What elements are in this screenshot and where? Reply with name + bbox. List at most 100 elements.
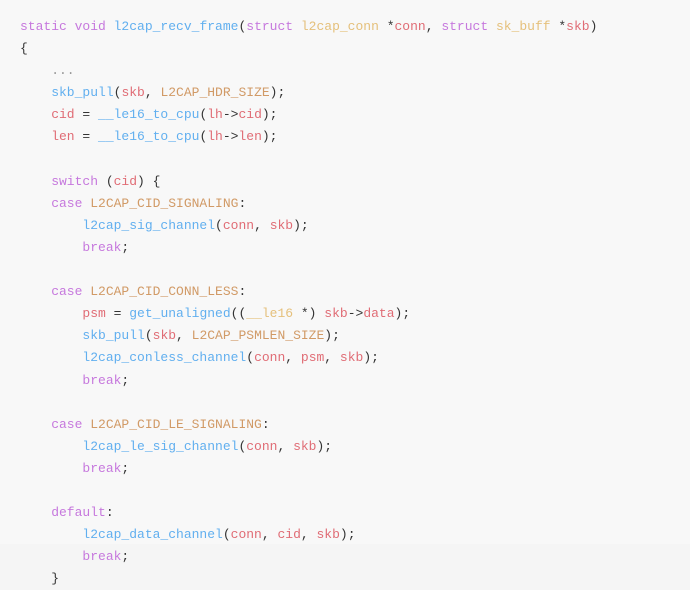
token-macro: L2CAP_CID_SIGNALING xyxy=(90,196,238,211)
token-var: len xyxy=(20,129,75,144)
token-plain: : xyxy=(106,505,114,520)
token-var: len xyxy=(238,129,261,144)
token-macro: L2CAP_CID_CONN_LESS xyxy=(90,284,238,299)
token-macro: L2CAP_PSMLEN_SIZE xyxy=(192,328,325,343)
code-line: static void l2cap_recv_frame(struct l2ca… xyxy=(20,16,670,38)
token-plain: ( xyxy=(246,350,254,365)
token-plain: , xyxy=(426,19,442,34)
token-var: conn xyxy=(395,19,426,34)
token-plain: ); xyxy=(363,350,379,365)
token-plain: ; xyxy=(121,461,129,476)
token-fn: __le16_to_cpu xyxy=(98,107,199,122)
token-kw: break xyxy=(20,549,121,564)
code-line: cid = __le16_to_cpu(lh->cid); xyxy=(20,104,670,126)
token-fn: skb_pull xyxy=(20,85,114,100)
token-fn: l2cap_conless_channel xyxy=(20,350,246,365)
token-plain: = xyxy=(75,129,98,144)
token-fn: skb_pull xyxy=(20,328,145,343)
token-kw: default xyxy=(20,505,106,520)
token-plain: , xyxy=(254,218,270,233)
token-plain: ); xyxy=(262,129,278,144)
token-var: data xyxy=(363,306,394,321)
code-line: l2cap_data_channel(conn, cid, skb); xyxy=(20,524,670,546)
token-plain: ; xyxy=(121,240,129,255)
token-fn: get_unaligned xyxy=(129,306,230,321)
token-plain: { xyxy=(20,41,28,56)
token-kw: break xyxy=(20,240,121,255)
token-plain: ; xyxy=(121,373,129,388)
token-kw: void xyxy=(75,19,114,34)
token-plain: , xyxy=(285,350,301,365)
token-plain: * xyxy=(379,19,395,34)
token-plain: , xyxy=(301,527,317,542)
token-var: skb xyxy=(153,328,176,343)
token-plain: : xyxy=(238,196,246,211)
code-line: switch (cid) { xyxy=(20,171,670,193)
token-fn: l2cap_le_sig_channel xyxy=(20,439,238,454)
token-kw: break xyxy=(20,461,121,476)
token-plain: * xyxy=(551,19,567,34)
token-plain: ); xyxy=(270,85,286,100)
token-plain: -> xyxy=(223,107,239,122)
token-plain: ( xyxy=(98,174,114,189)
code-line xyxy=(20,392,670,414)
token-fn: l2cap_recv_frame xyxy=(114,19,239,34)
code-line: len = __le16_to_cpu(lh->len); xyxy=(20,126,670,148)
code-line: { xyxy=(20,38,670,60)
token-fn: l2cap_data_channel xyxy=(20,527,223,542)
code-line xyxy=(20,480,670,502)
token-plain: ); xyxy=(324,328,340,343)
token-var: cid xyxy=(20,107,75,122)
token-plain: : xyxy=(238,284,246,299)
token-var: psm xyxy=(301,350,324,365)
code-line: break; xyxy=(20,237,670,259)
code-line xyxy=(20,149,670,171)
token-plain: , xyxy=(145,85,161,100)
code-line: skb_pull(skb, L2CAP_PSMLEN_SIZE); xyxy=(20,325,670,347)
token-plain: = xyxy=(106,306,129,321)
token-var: conn xyxy=(246,439,277,454)
token-var: cid xyxy=(238,107,261,122)
token-var: skb xyxy=(121,85,144,100)
token-var: psm xyxy=(20,306,106,321)
token-plain: ); xyxy=(262,107,278,122)
token-plain: -> xyxy=(348,306,364,321)
code-line: case L2CAP_CID_CONN_LESS: xyxy=(20,281,670,303)
token-plain: : xyxy=(262,417,270,432)
token-var: skb xyxy=(340,350,363,365)
code-line: } xyxy=(20,568,670,590)
token-type: l2cap_conn xyxy=(301,19,379,34)
code-line: break; xyxy=(20,458,670,480)
token-plain: *) xyxy=(293,306,324,321)
token-plain: ) { xyxy=(137,174,160,189)
token-var: lh xyxy=(207,129,223,144)
token-kw: break xyxy=(20,373,121,388)
token-var: cid xyxy=(277,527,300,542)
token-plain: , xyxy=(262,527,278,542)
code-line: l2cap_conless_channel(conn, psm, skb); xyxy=(20,347,670,369)
token-plain: ); xyxy=(293,218,309,233)
code-line: default: xyxy=(20,502,670,524)
token-macro: L2CAP_HDR_SIZE xyxy=(160,85,269,100)
token-plain: ); xyxy=(316,439,332,454)
token-kw: struct xyxy=(441,19,496,34)
code-line: case L2CAP_CID_SIGNALING: xyxy=(20,193,670,215)
token-var: cid xyxy=(114,174,137,189)
token-macro: L2CAP_CID_LE_SIGNALING xyxy=(90,417,262,432)
token-plain: ); xyxy=(340,527,356,542)
code-line: break; xyxy=(20,370,670,392)
token-kw: struct xyxy=(246,19,301,34)
code-line: ... xyxy=(20,60,670,82)
token-type: sk_buff xyxy=(496,19,551,34)
code-line: l2cap_sig_channel(conn, skb); xyxy=(20,215,670,237)
token-plain: -> xyxy=(223,129,239,144)
token-kw: case xyxy=(20,417,90,432)
token-kw: switch xyxy=(20,174,98,189)
code-line: psm = get_unaligned((__le16 *) skb->data… xyxy=(20,303,670,325)
token-plain: ( xyxy=(223,527,231,542)
token-plain: ); xyxy=(395,306,411,321)
token-plain: , xyxy=(176,328,192,343)
token-var: conn xyxy=(223,218,254,233)
token-plain: (( xyxy=(231,306,247,321)
code-block: static void l2cap_recv_frame(struct l2ca… xyxy=(0,0,690,544)
